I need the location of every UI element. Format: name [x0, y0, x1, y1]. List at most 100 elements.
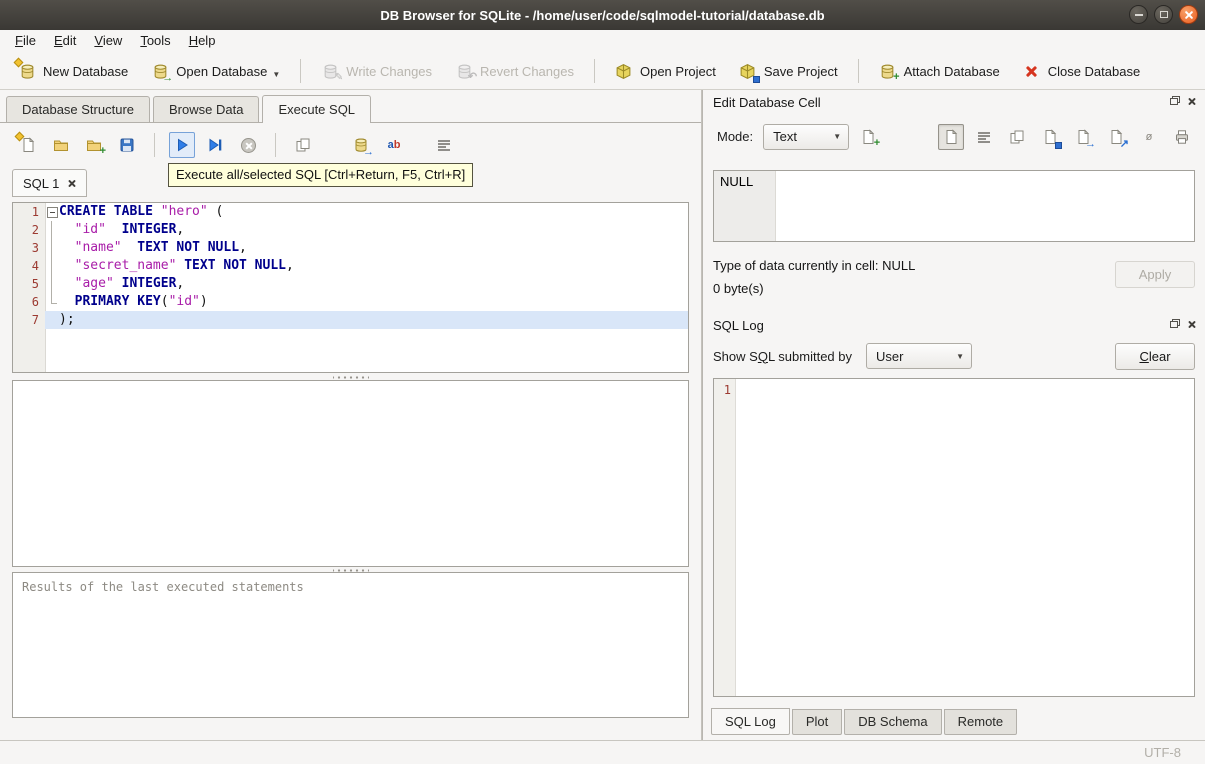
find-replace-button[interactable]: ab [381, 132, 407, 158]
menu-file[interactable]: File [6, 30, 45, 53]
execute-all-button[interactable] [169, 132, 195, 158]
revert-changes-button[interactable]: ↶ Revert Changes [445, 58, 584, 84]
mode-label: Mode: [717, 129, 754, 144]
code-text: "id" INTEGER, [74, 222, 185, 237]
menu-tools[interactable]: Tools [131, 30, 179, 53]
close-database-label: Close Database [1047, 63, 1141, 79]
tab-browse-data[interactable]: Browse Data [153, 96, 260, 122]
save-project-button[interactable]: Save Project [729, 58, 848, 84]
print-cell-button[interactable] [1169, 124, 1195, 150]
editor-line-7[interactable]: 7); [13, 311, 688, 329]
editor-line-2[interactable]: 2 "id" INTEGER, [13, 221, 688, 239]
database-attach-icon: + [879, 62, 900, 83]
code-text: "age" INTEGER, [74, 276, 185, 291]
toolbar-separator [154, 133, 155, 157]
open-sql-file-button[interactable] [48, 132, 74, 158]
fold-margin [45, 311, 59, 329]
results-placeholder-text: Results of the last executed statements [22, 580, 304, 594]
float-icon [1170, 320, 1178, 328]
code-fold-icon[interactable] [45, 203, 59, 221]
open-database-button[interactable]: → Open Database ▼ [141, 58, 290, 84]
text-mode-button[interactable] [938, 123, 964, 150]
text-document-icon [942, 128, 960, 146]
sql-editor-tab-label: SQL 1 [23, 175, 60, 191]
cell-value: NULL [720, 174, 754, 189]
export-results-button[interactable] [290, 132, 316, 158]
new-sql-tab-button[interactable] [14, 131, 41, 158]
export-csv-button[interactable]: → [348, 132, 374, 158]
editor-line-3[interactable]: 3 "name" TEXT NOT NULL, [13, 239, 688, 257]
import-cell-button[interactable]: → [1070, 124, 1096, 150]
execute-sql-toolbar: + → ab [4, 128, 697, 162]
editor-line-1[interactable]: 1 CREATE TABLE "hero" ( [13, 203, 688, 221]
word-wrap-button[interactable] [971, 124, 997, 150]
open-sql-file-new-tab-button[interactable]: + [81, 132, 107, 158]
sql-editor-tab[interactable]: SQL 1 [12, 169, 88, 197]
tab-database-structure[interactable]: Database Structure [6, 96, 151, 122]
dock-float-button[interactable] [1167, 94, 1181, 108]
open-database-label: Open Database [176, 63, 268, 79]
set-null-button[interactable]: ø [1136, 124, 1162, 150]
open-sql-file-icon [52, 136, 70, 154]
encoding-indicator[interactable]: UTF-8 [1144, 745, 1181, 760]
sql-log-dock-title: SQL Log [713, 317, 764, 333]
close-tab-icon[interactable] [67, 179, 76, 188]
save-cell-button[interactable] [1037, 124, 1063, 150]
dock-float-button[interactable] [1167, 317, 1181, 331]
editor-line-6[interactable]: 6 PRIMARY KEY("id") [13, 293, 688, 311]
fold-margin [45, 239, 59, 257]
title-bar[interactable]: DB Browser for SQLite - /home/user/code/… [0, 0, 1205, 30]
window-title: DB Browser for SQLite - /home/user/code/… [380, 7, 825, 23]
results-grid[interactable] [12, 380, 689, 567]
tab-execute-sql[interactable]: Execute SQL [262, 95, 372, 123]
menu-edit[interactable]: Edit [45, 30, 85, 53]
format-sql-button[interactable] [431, 132, 457, 158]
edit-cell-dock-controls [1167, 94, 1199, 108]
results-message-pane[interactable]: Results of the last executed statements [12, 572, 689, 718]
open-database-dropdown-icon[interactable]: ▼ [272, 70, 280, 80]
sql-editor[interactable]: 1 CREATE TABLE "hero" (2 "id" INTEGER, 3 "… [12, 202, 689, 373]
copy-cell-button[interactable] [1004, 124, 1030, 150]
mode-select[interactable]: Text ▼ [763, 123, 850, 150]
dock-close-button[interactable] [1185, 317, 1199, 331]
dock-tab-db-schema[interactable]: DB Schema [844, 709, 942, 735]
stop-execution-button[interactable] [235, 132, 261, 158]
minimize-button[interactable] [1129, 5, 1148, 24]
save-sql-file-button[interactable] [114, 132, 140, 158]
database-open-icon: → [151, 62, 173, 84]
sql-log-view[interactable]: 1 [713, 378, 1195, 697]
export-cell-button[interactable]: ↗ [1103, 124, 1129, 150]
attach-database-button[interactable]: + Attach Database [869, 58, 1010, 84]
dock-tab-bar: SQL Log Plot DB Schema Remote [711, 708, 1019, 735]
line-number: 5 [31, 277, 39, 291]
menu-help[interactable]: Help [180, 30, 225, 53]
maximize-button[interactable] [1154, 5, 1173, 24]
cell-editor[interactable]: NULL [713, 170, 1195, 242]
close-database-button[interactable]: Close Database [1013, 58, 1151, 84]
new-database-button[interactable]: New Database [8, 57, 138, 84]
minimize-icon [1134, 13, 1143, 16]
editor-line-4[interactable]: 4 "secret_name" TEXT NOT NULL, [13, 257, 688, 275]
project-save-icon [739, 62, 760, 83]
open-project-button[interactable]: Open Project [605, 58, 726, 84]
apply-button[interactable]: Apply [1115, 261, 1195, 288]
line-number: 4 [31, 259, 39, 273]
close-button[interactable] [1179, 5, 1198, 24]
dock-tab-plot[interactable]: Plot [791, 709, 843, 735]
window-controls [1129, 5, 1198, 24]
clear-log-button[interactable]: Clear [1115, 342, 1195, 370]
auto-mode-button[interactable]: + [855, 124, 881, 150]
dock-tab-sql-log[interactable]: SQL Log [711, 708, 790, 735]
new-database-label: New Database [43, 63, 129, 79]
menu-view[interactable]: View [85, 30, 131, 53]
write-changes-button[interactable]: ✎ Write Changes [311, 58, 442, 84]
sql-log-filter-row: Show SQL submitted by User ▼ Clear [713, 342, 1195, 370]
dock-close-button[interactable] [1185, 94, 1199, 108]
edit-cell-icon-group: → ↗ ø [938, 123, 1195, 150]
dock-tab-remote[interactable]: Remote [943, 709, 1018, 735]
word-wrap-icon [975, 128, 993, 146]
editor-line-5[interactable]: 5 "age" INTEGER, [13, 275, 688, 293]
log-filter-select[interactable]: User ▼ [866, 343, 972, 369]
copy-icon [1008, 128, 1026, 146]
execute-current-line-button[interactable] [202, 132, 228, 158]
